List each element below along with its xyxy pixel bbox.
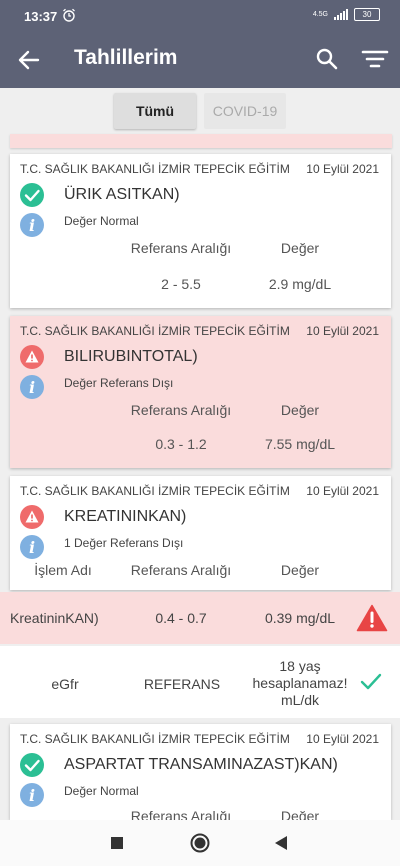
test-name: KREATININKAN) bbox=[64, 508, 187, 525]
test-detail-row[interactable]: KreatininKAN) 0.4 - 0.7 0.39 mg/dL bbox=[0, 592, 400, 644]
home-icon[interactable] bbox=[190, 833, 210, 858]
value-header: Değer bbox=[280, 402, 320, 418]
result-card[interactable]: T.C. SAĞLIK BAKANLIĞI İZMİR TEPECİK EĞİT… bbox=[10, 316, 391, 468]
value-header: Değer bbox=[280, 808, 320, 820]
reference-range-header: Referans Aralığı bbox=[130, 562, 232, 578]
test-detail-row[interactable]: eGfr REFERANS 18 yaş hesaplanamaz! mL/dk bbox=[0, 646, 400, 718]
info-icon[interactable]: i bbox=[19, 534, 45, 560]
test-name: ASPARTAT TRANSAMINAZAST)KAN) bbox=[64, 756, 338, 773]
check-circle-icon bbox=[19, 752, 45, 778]
reference-range: 2 - 5.5 bbox=[161, 276, 201, 292]
procedure-name-header: İşlem Adı bbox=[34, 562, 92, 578]
check-icon bbox=[360, 672, 382, 697]
value-header: Değer bbox=[280, 240, 320, 256]
value-header: Değer bbox=[280, 562, 320, 578]
result-value-line: 18 yaş bbox=[279, 658, 321, 674]
reference-range-header: Referans Aralığı bbox=[130, 402, 232, 418]
result-value: 18 yaş hesaplanamaz! mL/dk bbox=[244, 658, 356, 709]
test-name: BILIRUBINTOTAL) bbox=[64, 348, 198, 365]
app-bar: Tahlillerim bbox=[0, 30, 400, 88]
lab-name: T.C. SAĞLIK BAKANLIĞI İZMİR TEPECİK EĞİT… bbox=[20, 484, 290, 498]
status-note: Değer Normal bbox=[64, 784, 139, 798]
result-card[interactable]: T.C. SAĞLIK BAKANLIĞI İZMİR TEPECİK EĞİT… bbox=[10, 724, 391, 820]
battery-icon: 30 bbox=[354, 8, 380, 21]
page-title: Tahlillerim bbox=[74, 46, 178, 69]
result-value-line: hesaplanamaz! bbox=[252, 675, 348, 691]
status-bar: 13:37 4.5G 30 bbox=[0, 0, 400, 30]
info-icon[interactable]: i bbox=[19, 212, 45, 238]
signal-icon bbox=[334, 9, 348, 20]
recent-apps-icon[interactable] bbox=[110, 836, 124, 855]
result-date: 10 Eylül 2021 bbox=[306, 162, 379, 176]
svg-text:i: i bbox=[29, 378, 35, 397]
back-arrow-icon[interactable] bbox=[16, 47, 42, 73]
status-note: 1 Değer Referans Dışı bbox=[64, 536, 184, 550]
result-date: 10 Eylül 2021 bbox=[306, 732, 379, 746]
reference-range: 0.3 - 1.2 bbox=[155, 436, 207, 452]
result-value: 2.9 mg/dL bbox=[268, 276, 332, 292]
back-triangle-icon[interactable] bbox=[274, 835, 288, 856]
status-note: Değer Referans Dışı bbox=[64, 376, 174, 390]
result-date: 10 Eylül 2021 bbox=[306, 484, 379, 498]
result-date: 10 Eylül 2021 bbox=[306, 324, 379, 338]
alarm-icon bbox=[62, 8, 76, 25]
tab-covid-19[interactable]: COVID-19 bbox=[204, 93, 286, 129]
result-card[interactable]: T.C. SAĞLIK BAKANLIĞI İZMİR TEPECİK EĞİT… bbox=[10, 154, 391, 308]
status-note: Değer Normal bbox=[64, 214, 139, 228]
svg-text:i: i bbox=[29, 538, 35, 557]
filter-tabs: Tümü COVID-19 bbox=[0, 88, 400, 134]
result-value: 7.55 mg/dL bbox=[264, 436, 336, 452]
previous-card-edge bbox=[10, 134, 392, 148]
lab-name: T.C. SAĞLIK BAKANLIĞI İZMİR TEPECİK EĞİT… bbox=[20, 162, 290, 176]
network-type: 4.5G bbox=[312, 11, 328, 18]
test-name: ÜRIK ASITKAN) bbox=[64, 186, 180, 203]
warning-circle-icon bbox=[19, 504, 45, 530]
reference-range: REFERANS bbox=[143, 676, 221, 692]
warning-circle-icon bbox=[19, 344, 45, 370]
search-icon[interactable] bbox=[314, 46, 340, 72]
filter-icon[interactable] bbox=[360, 46, 390, 72]
reference-range: 0.4 - 0.7 bbox=[155, 610, 207, 626]
warning-triangle-icon bbox=[356, 604, 388, 637]
check-circle-icon bbox=[19, 182, 45, 208]
procedure-name: KreatininKAN) bbox=[10, 610, 99, 626]
svg-text:i: i bbox=[29, 216, 35, 235]
info-icon[interactable]: i bbox=[19, 782, 45, 808]
svg-text:i: i bbox=[29, 786, 35, 805]
result-card[interactable]: T.C. SAĞLIK BAKANLIĞI İZMİR TEPECİK EĞİT… bbox=[10, 476, 391, 590]
info-icon[interactable]: i bbox=[19, 374, 45, 400]
lab-name: T.C. SAĞLIK BAKANLIĞI İZMİR TEPECİK EĞİT… bbox=[20, 732, 290, 746]
status-time: 13:37 bbox=[24, 9, 58, 24]
tab-all[interactable]: Tümü bbox=[114, 93, 196, 129]
system-navigation-bar bbox=[0, 820, 400, 866]
result-value: 0.39 mg/dL bbox=[264, 610, 336, 626]
reference-range-header: Referans Aralığı bbox=[130, 808, 232, 820]
result-value-line: mL/dk bbox=[280, 692, 320, 708]
procedure-name: eGfr bbox=[51, 676, 79, 692]
lab-name: T.C. SAĞLIK BAKANLIĞI İZMİR TEPECİK EĞİT… bbox=[20, 324, 290, 338]
reference-range-header: Referans Aralığı bbox=[130, 240, 232, 256]
